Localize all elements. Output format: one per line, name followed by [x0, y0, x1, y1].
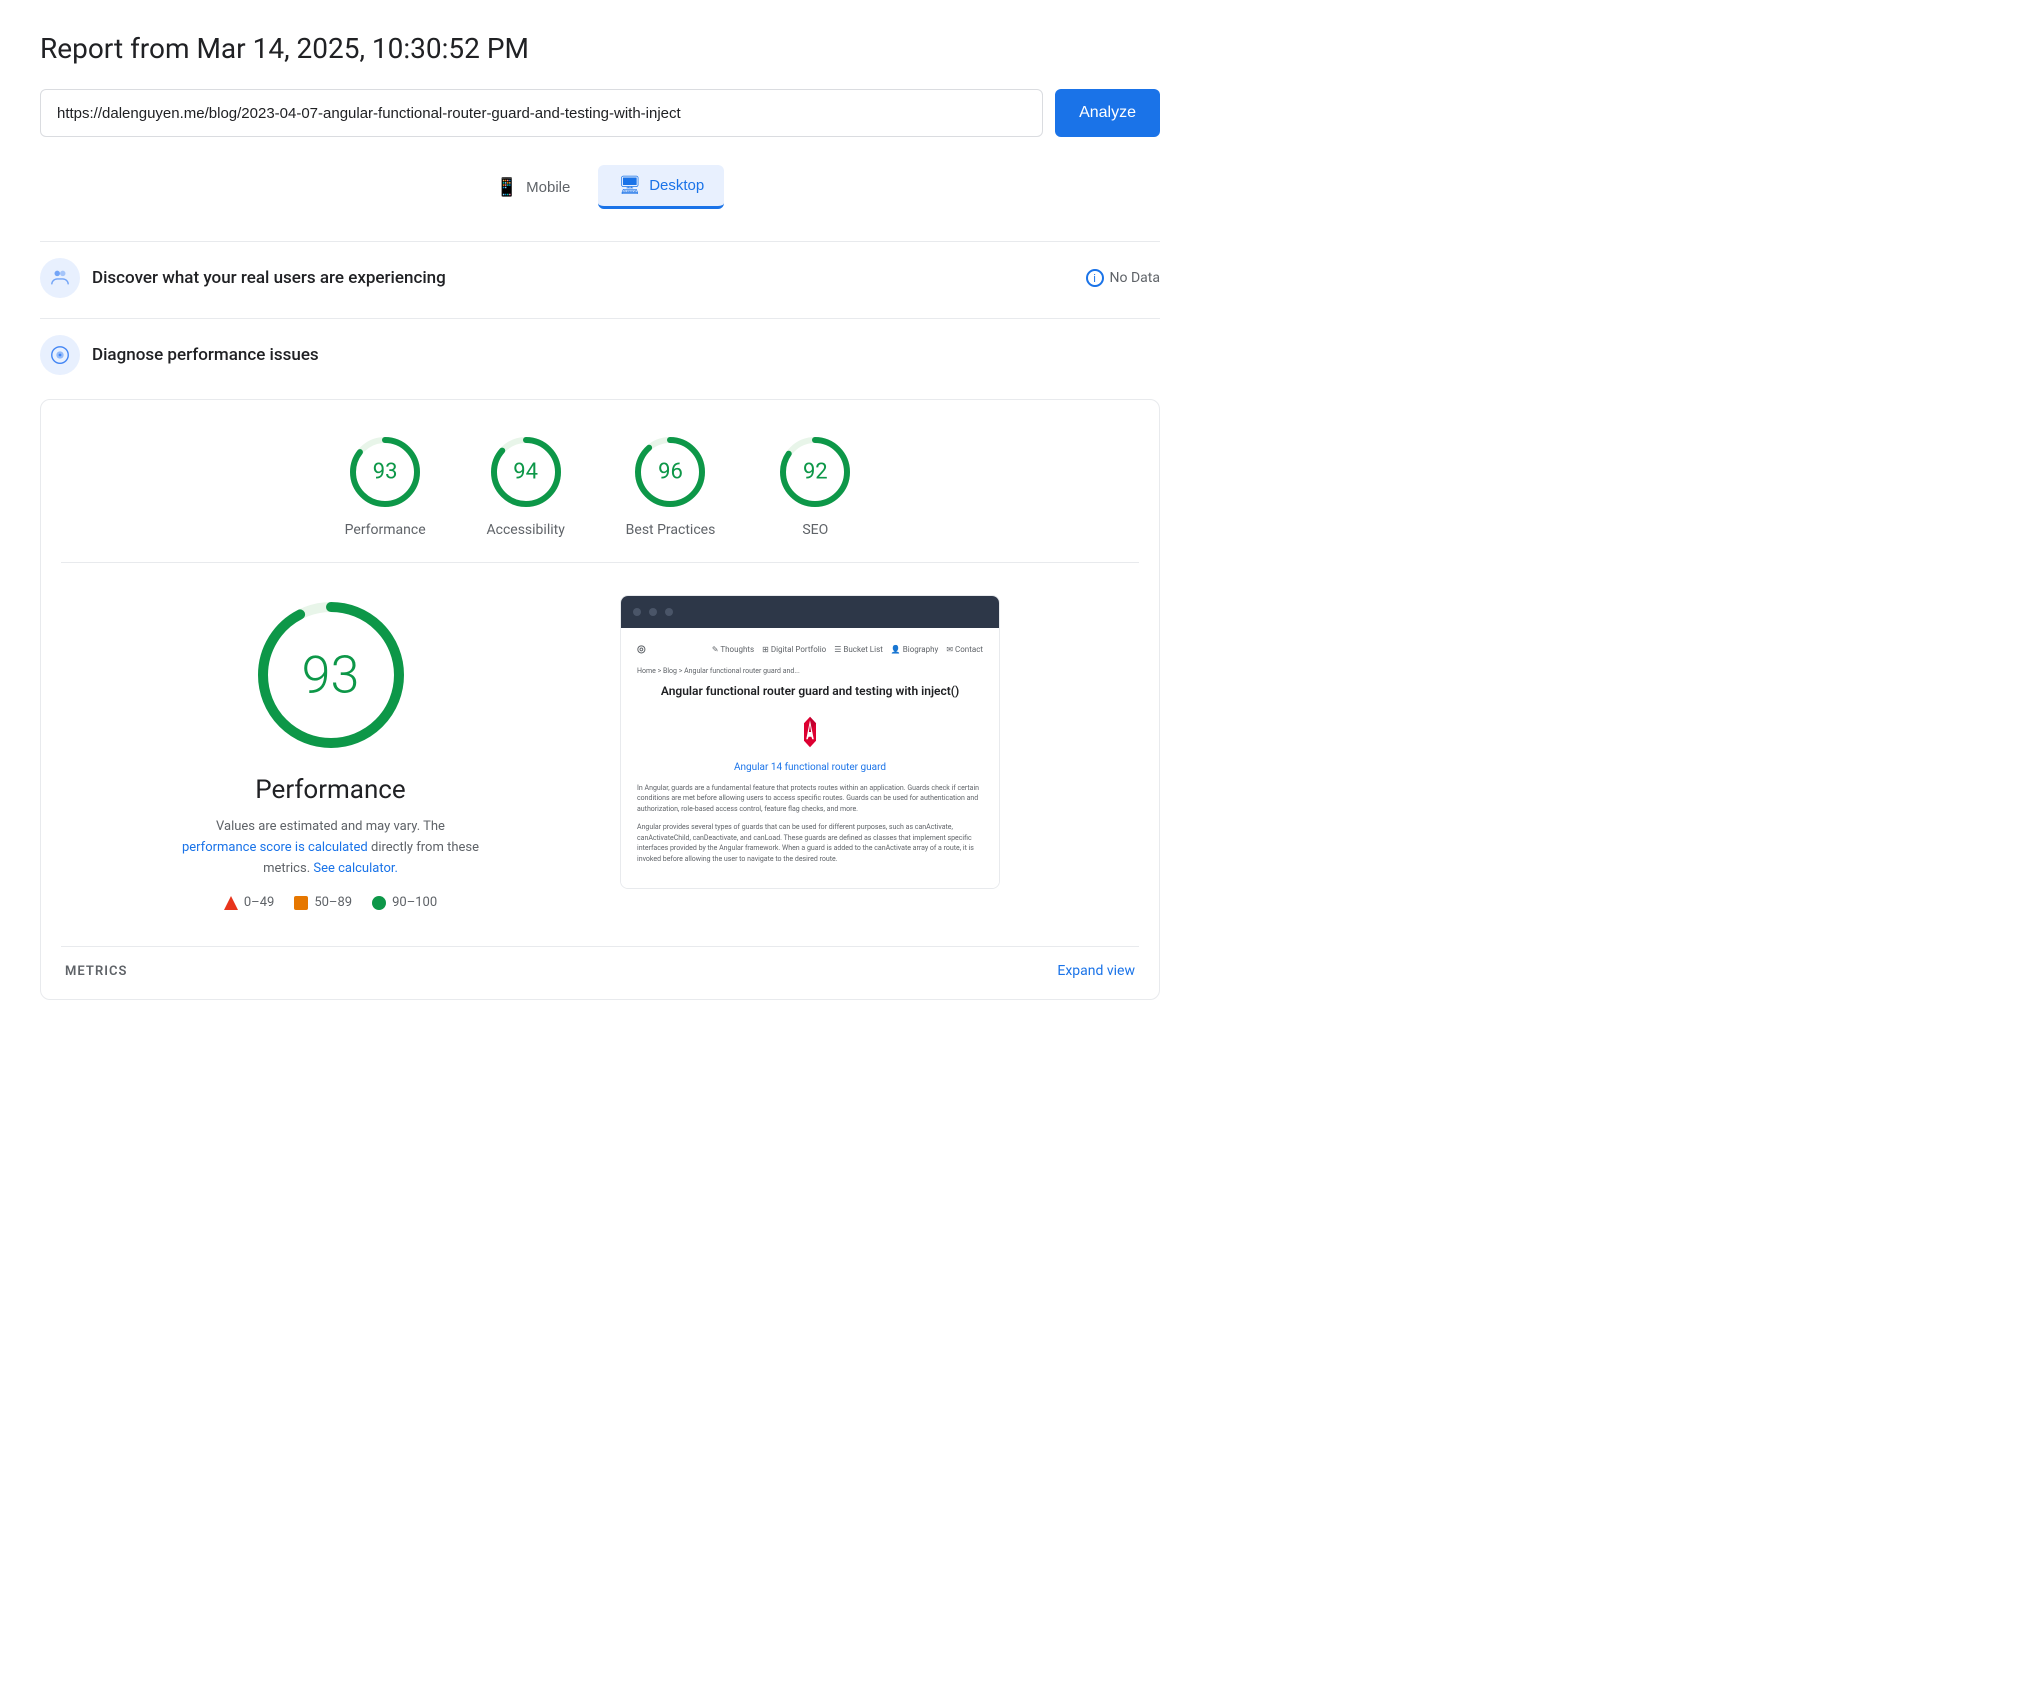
screenshot-content: ◎ ✎ Thoughts ⊞ Digital Portfolio ☰ Bucke…	[621, 628, 999, 888]
diagnose-icon	[40, 335, 80, 375]
legend-pass-range: 90–100	[392, 895, 437, 910]
browser-dot-1	[633, 608, 641, 616]
screenshot-text-block-1: In Angular, guards are a fundamental fea…	[637, 783, 983, 815]
analyze-button[interactable]: Analyze	[1055, 89, 1160, 137]
real-users-icon	[40, 258, 80, 298]
big-score-title: Performance	[255, 775, 405, 805]
score-circle-accessibility: 94	[486, 432, 566, 512]
nav-links: ✎ Thoughts ⊞ Digital Portfolio ☰ Bucket …	[712, 645, 983, 654]
no-data-badge: i No Data	[1086, 269, 1160, 287]
big-score-circle: 93	[251, 595, 411, 755]
bottom-bar: METRICS Expand view	[61, 946, 1139, 979]
perf-description: Values are estimated and may vary. The p…	[181, 817, 481, 879]
expand-view-link[interactable]: Expand view	[1057, 963, 1135, 979]
legend-item-fail: 0–49	[224, 895, 274, 910]
no-data-label: No Data	[1110, 270, 1160, 286]
site-logo: ◎	[637, 644, 646, 655]
score-label-seo: SEO	[802, 522, 828, 538]
score-number-performance: 93	[373, 460, 398, 485]
perf-right: ◎ ✎ Thoughts ⊞ Digital Portfolio ☰ Bucke…	[620, 595, 1119, 889]
angular-logo-container	[637, 712, 983, 752]
score-number-accessibility: 94	[513, 460, 538, 485]
screenshot-text-block-2: Angular provides several types of guards…	[637, 822, 983, 864]
tab-desktop[interactable]: 🖥 Desktop	[598, 165, 724, 209]
score-number-best-practices: 96	[658, 460, 683, 485]
big-score-number: 93	[302, 645, 360, 706]
legend-item-pass: 90–100	[372, 895, 437, 910]
score-circle-best-practices: 96	[630, 432, 710, 512]
scores-row: 93 Performance 94 Accessibility	[61, 432, 1139, 538]
perf-detail-section: 93 Performance Values are estimated and …	[61, 563, 1139, 930]
screenshot-preview: ◎ ✎ Thoughts ⊞ Digital Portfolio ☰ Bucke…	[620, 595, 1000, 889]
article-title: Angular functional router guard and test…	[637, 683, 983, 700]
tab-mobile-label: Mobile	[526, 179, 570, 196]
score-label-best-practices: Best Practices	[626, 522, 716, 538]
score-number-seo: 92	[803, 460, 828, 485]
tab-mobile[interactable]: 📱 Mobile	[476, 165, 591, 209]
breadcrumb: Home > Blog > Angular functional router …	[637, 667, 983, 675]
perf-left: 93 Performance Values are estimated and …	[81, 595, 580, 910]
score-item-performance[interactable]: 93 Performance	[345, 432, 426, 538]
legend-item-average: 50–89	[294, 895, 352, 910]
mobile-icon: 📱	[496, 177, 518, 198]
fail-icon	[224, 896, 238, 910]
screenshot-nav: ◎ ✎ Thoughts ⊞ Digital Portfolio ☰ Bucke…	[637, 644, 983, 655]
browser-bar	[621, 596, 999, 628]
tab-desktop-label: Desktop	[649, 177, 704, 194]
metrics-label: METRICS	[65, 964, 128, 979]
screenshot-link-title: Angular 14 functional router guard	[637, 762, 983, 773]
legend-average-range: 50–89	[314, 895, 352, 910]
score-item-best-practices[interactable]: 96 Best Practices	[626, 432, 716, 538]
diagnose-title: Diagnose performance issues	[92, 345, 1160, 365]
device-tabs: 📱 Mobile 🖥 Desktop	[40, 165, 1160, 209]
browser-dot-3	[665, 608, 673, 616]
average-icon	[294, 896, 308, 910]
perf-score-link[interactable]: performance score is calculated	[182, 840, 368, 855]
real-users-section: Discover what your real users are experi…	[40, 241, 1160, 314]
diagnose-row: Diagnose performance issues	[40, 318, 1160, 391]
calculator-link[interactable]: See calculator.	[313, 861, 398, 876]
score-item-seo[interactable]: 92 SEO	[775, 432, 855, 538]
url-bar-row: Analyze	[40, 89, 1160, 137]
score-item-accessibility[interactable]: 94 Accessibility	[486, 432, 566, 538]
real-users-title: Discover what your real users are experi…	[92, 268, 1074, 288]
score-label-performance: Performance	[345, 522, 426, 538]
score-circle-performance: 93	[345, 432, 425, 512]
legend-row: 0–49 50–89 90–100	[224, 895, 437, 910]
report-title: Report from Mar 14, 2025, 10:30:52 PM	[40, 32, 1160, 65]
legend-fail-range: 0–49	[244, 895, 274, 910]
score-circle-seo: 92	[775, 432, 855, 512]
scores-card: 93 Performance 94 Accessibility	[40, 399, 1160, 1000]
pass-icon	[372, 896, 386, 910]
url-input[interactable]	[40, 89, 1043, 137]
info-icon: i	[1086, 269, 1104, 287]
diagnose-section: Diagnose performance issues 93 Performan…	[40, 318, 1160, 1000]
desktop-icon: 🖥	[618, 175, 641, 196]
browser-dot-2	[649, 608, 657, 616]
score-label-accessibility: Accessibility	[486, 522, 564, 538]
